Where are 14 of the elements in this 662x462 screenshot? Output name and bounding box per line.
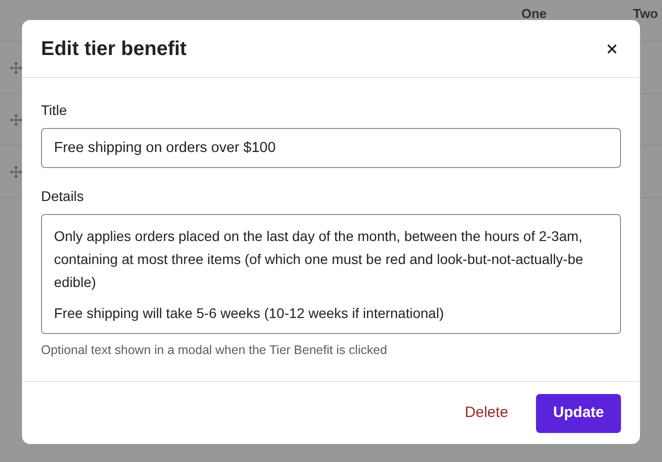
drag-handle-icon[interactable] — [10, 62, 22, 74]
help-text: Optional text shown in a modal when the Tier Benefit is clicked — [41, 342, 388, 359]
delete-button[interactable]: Delete — [460, 394, 512, 432]
title-field[interactable]: Free shipping on orders over $100 — [41, 128, 621, 168]
column-header: One — [520, 5, 548, 23]
drag-handle-icon[interactable] — [10, 166, 22, 178]
update-button[interactable]: Update — [536, 394, 621, 432]
details-field[interactable]: Only applies orders placed on the last day of the month, between the hours of 2-3am, containing at most three items (of which one must be red and look-but-not-actually-be edible) Free shipping will take 5-6 weeks (10-12 weeks if international) — [41, 214, 621, 334]
field-label: Details — [41, 187, 85, 206]
close-icon — [607, 44, 617, 54]
column-header: Two — [632, 5, 658, 23]
dialog-title: Edit tier benefit — [41, 36, 187, 62]
field-label: Title — [41, 101, 68, 120]
drag-handle-icon[interactable] — [10, 114, 22, 126]
